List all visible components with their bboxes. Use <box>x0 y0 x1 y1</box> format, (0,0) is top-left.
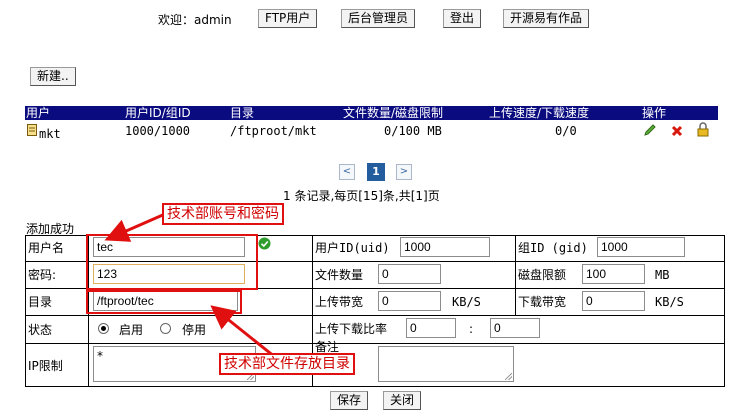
annotation-arrows <box>104 212 276 359</box>
annotation-directory: 技术部文件存放目录 <box>219 353 355 375</box>
annotation-account: 技术部账号和密码 <box>162 203 284 225</box>
